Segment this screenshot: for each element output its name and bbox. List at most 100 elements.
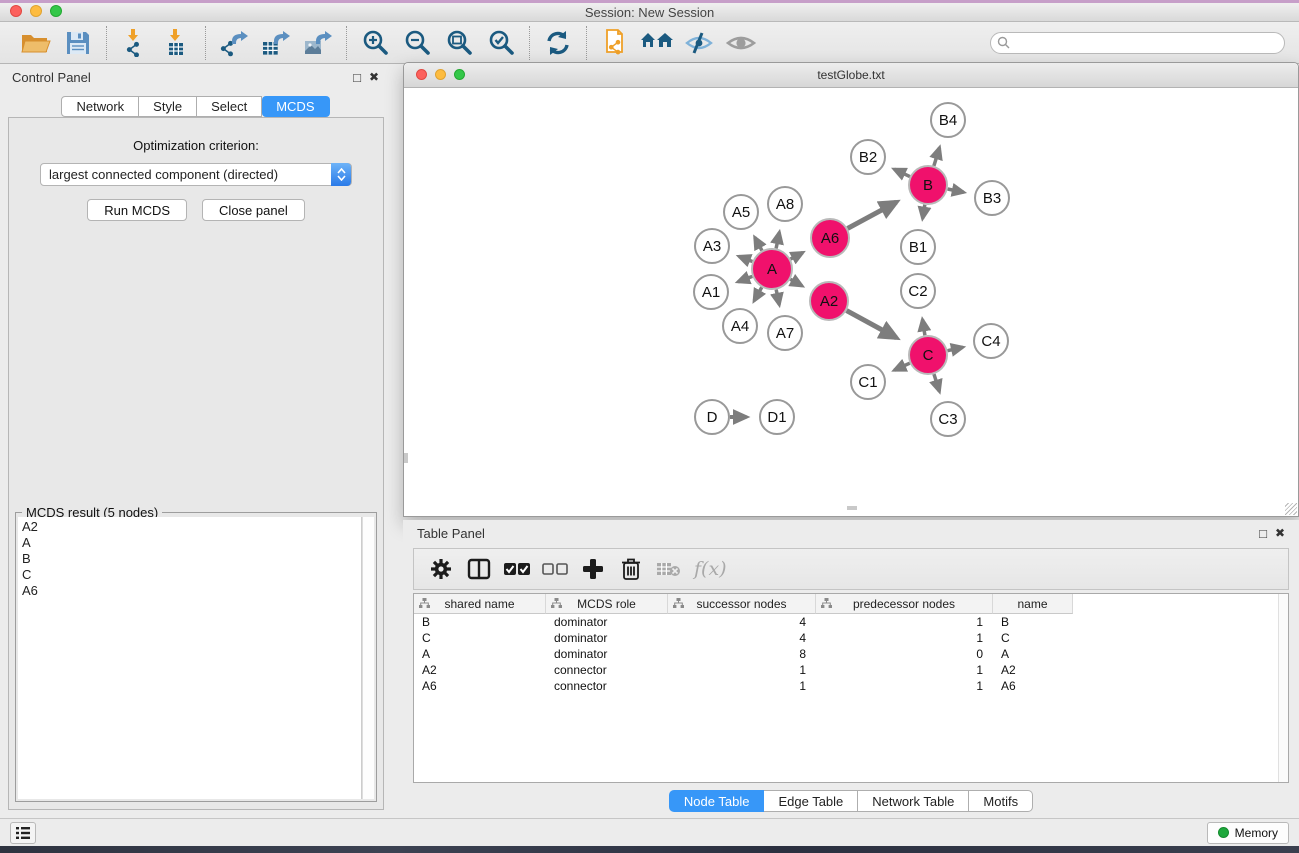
search-input[interactable] — [990, 32, 1285, 54]
node-A1[interactable]: A1 — [694, 275, 728, 309]
table-cell[interactable]: A6 — [993, 678, 1073, 694]
export-image-icon[interactable] — [300, 26, 336, 60]
table-cell[interactable]: A6 — [414, 678, 546, 694]
minimize-window-button[interactable] — [30, 5, 42, 17]
canvas-vscroll-thumb[interactable] — [404, 453, 408, 463]
close-table-panel-icon[interactable]: ✖ — [1275, 527, 1285, 539]
tab-select[interactable]: Select — [197, 96, 262, 117]
refresh-icon[interactable] — [540, 26, 576, 60]
column-header-predecessor-nodes[interactable]: predecessor nodes — [816, 594, 993, 614]
table-cell[interactable]: 1 — [816, 614, 993, 630]
table-cell[interactable]: dominator — [546, 646, 668, 662]
table-cell[interactable]: 1 — [668, 662, 816, 678]
save-session-icon[interactable] — [60, 26, 96, 60]
node-B2[interactable]: B2 — [851, 140, 885, 174]
edge-B-B4[interactable] — [934, 148, 940, 166]
table-cell[interactable]: A — [414, 646, 546, 662]
tab-network[interactable]: Network — [61, 96, 139, 117]
node-C[interactable]: C — [909, 336, 947, 374]
table-cell[interactable]: 0 — [816, 646, 993, 662]
open-session-icon[interactable] — [18, 26, 54, 60]
node-C1[interactable]: C1 — [851, 365, 885, 399]
edge-A-A4[interactable] — [754, 287, 762, 300]
edge-B-B3[interactable] — [948, 189, 964, 192]
edge-A-A8[interactable] — [776, 232, 779, 248]
table-row[interactable]: Adominator80A — [414, 646, 1288, 662]
edge-A2-C[interactable] — [847, 311, 897, 338]
network-window-titlebar[interactable]: testGlobe.txt — [404, 63, 1298, 88]
node-A7[interactable]: A7 — [768, 316, 802, 350]
table-cell[interactable]: B — [414, 614, 546, 630]
table-cell[interactable]: C — [414, 630, 546, 646]
table-cell[interactable]: 4 — [668, 630, 816, 646]
table-row[interactable]: A2connector11A2 — [414, 662, 1288, 678]
node-A5[interactable]: A5 — [724, 195, 758, 229]
edge-B-B2[interactable] — [894, 169, 910, 176]
table-cell[interactable]: A — [993, 646, 1073, 662]
edge-C-C2[interactable] — [922, 320, 924, 336]
table-row[interactable]: Cdominator41C — [414, 630, 1288, 646]
edge-C-C1[interactable] — [894, 363, 909, 370]
node-C4[interactable]: C4 — [974, 324, 1008, 358]
node-B4[interactable]: B4 — [931, 103, 965, 137]
table-settings-gear-icon[interactable] — [424, 553, 458, 585]
edge-A-A2[interactable] — [790, 279, 802, 286]
edge-A-A1[interactable] — [738, 276, 752, 281]
export-network-icon[interactable] — [216, 26, 252, 60]
edge-C-C4[interactable] — [948, 347, 963, 350]
edge-A-A5[interactable] — [755, 237, 762, 250]
table-cell[interactable]: 8 — [668, 646, 816, 662]
home-icon[interactable] — [639, 26, 675, 60]
window-resize-grip[interactable] — [1285, 503, 1297, 515]
node-C2[interactable]: C2 — [901, 274, 935, 308]
tab-motifs[interactable]: Motifs — [969, 790, 1033, 812]
column-header-successor-nodes[interactable]: successor nodes — [668, 594, 816, 614]
maximize-window-button[interactable] — [50, 5, 62, 17]
edge-A-A6[interactable] — [791, 253, 803, 260]
import-table-icon[interactable] — [159, 26, 195, 60]
node-A3[interactable]: A3 — [695, 229, 729, 263]
float-panel-icon[interactable]: □ — [353, 71, 361, 84]
table-cell[interactable]: B — [993, 614, 1073, 630]
add-column-icon[interactable] — [576, 553, 610, 585]
import-network-icon[interactable] — [117, 26, 153, 60]
float-table-panel-icon[interactable]: □ — [1259, 527, 1267, 540]
table-cell[interactable]: A2 — [414, 662, 546, 678]
criterion-dropdown[interactable]: largest connected component (directed) — [40, 163, 352, 186]
close-panel-button[interactable]: Close panel — [202, 199, 305, 221]
network-canvas[interactable]: B4B2BB3A8A5A6A3B1AA1C2A2A4A7C4CC1DD1C3 — [404, 88, 1298, 510]
node-B3[interactable]: B3 — [975, 181, 1009, 215]
zoom-selected-icon[interactable] — [483, 26, 519, 60]
table-cell[interactable]: 1 — [668, 678, 816, 694]
node-A4[interactable]: A4 — [723, 309, 757, 343]
node-C3[interactable]: C3 — [931, 402, 965, 436]
table-row[interactable]: A6connector11A6 — [414, 678, 1288, 694]
result-list-item[interactable]: A — [22, 535, 361, 551]
tab-mcds[interactable]: MCDS — [262, 96, 329, 117]
node-B[interactable]: B — [909, 166, 947, 204]
edge-B-B1[interactable] — [923, 205, 925, 219]
node-D[interactable]: D — [695, 400, 729, 434]
zoom-in-icon[interactable] — [357, 26, 393, 60]
export-table-icon[interactable] — [258, 26, 294, 60]
table-row[interactable]: Bdominator41B — [414, 614, 1288, 630]
tab-node-table[interactable]: Node Table — [669, 790, 765, 812]
table-cell[interactable]: connector — [546, 662, 668, 678]
tab-style[interactable]: Style — [139, 96, 197, 117]
network-graph[interactable]: B4B2BB3A8A5A6A3B1AA1C2A2A4A7C4CC1DD1C3 — [404, 88, 1298, 510]
network-close-button[interactable] — [416, 69, 427, 80]
result-list-item[interactable]: A6 — [22, 583, 361, 599]
edge-A-A3[interactable] — [739, 256, 752, 261]
table-scrollbar[interactable] — [1278, 594, 1288, 782]
node-A2[interactable]: A2 — [810, 282, 848, 320]
table-cell[interactable]: C — [993, 630, 1073, 646]
network-maximize-button[interactable] — [454, 69, 465, 80]
task-history-button[interactable] — [10, 822, 36, 844]
result-list-scrollbar[interactable] — [362, 517, 374, 799]
table-cell[interactable]: dominator — [546, 614, 668, 630]
clone-network-icon[interactable] — [597, 26, 633, 60]
tab-network-table[interactable]: Network Table — [858, 790, 969, 812]
run-mcds-button[interactable]: Run MCDS — [87, 199, 187, 221]
canvas-hscroll-thumb[interactable] — [847, 506, 857, 510]
split-table-view-icon[interactable] — [462, 553, 496, 585]
